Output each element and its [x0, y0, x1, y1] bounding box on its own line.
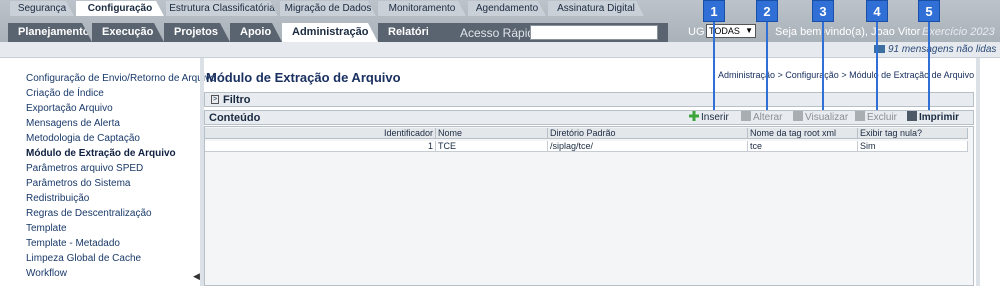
table-cell-diretorio[interactable]: /siplag/tce/: [548, 141, 748, 152]
tab-assinatura-digital[interactable]: Assinatura Digital: [548, 1, 644, 16]
tab-configuracao[interactable]: Configuração: [76, 1, 164, 16]
quick-access-input[interactable]: [530, 25, 658, 40]
quick-access: Acesso Rápido: [428, 23, 668, 42]
print-label: Imprimir: [919, 112, 960, 123]
col-header-identificador[interactable]: Identificador: [205, 128, 436, 139]
callout-1-line: [713, 22, 715, 110]
tab-migracao-de-dados[interactable]: Migração de Dados: [280, 1, 376, 16]
sidebar-item-modulo-extracao[interactable]: Módulo de Extração de Arquivo: [26, 148, 176, 159]
expand-icon[interactable]: >: [211, 95, 219, 104]
right-edge: [976, 58, 980, 286]
col-header-tag-root[interactable]: Nome da tag root xml: [748, 128, 858, 139]
callout-4-line: [876, 22, 878, 110]
menu-apoio[interactable]: Apoio: [230, 23, 282, 42]
tab-monitoramento[interactable]: Monitoramento: [378, 1, 466, 16]
sidebar-item-workflow[interactable]: Workflow: [26, 268, 67, 279]
sidebar-item-config-envio[interactable]: Configuração de Envio/Retorno de Arquivo: [26, 73, 216, 84]
table-cell-tag-root[interactable]: tce: [748, 141, 858, 152]
sidebar-item-parametros-sistema[interactable]: Parâmetros do Sistema: [26, 178, 131, 189]
view-button[interactable]: Visualizar: [793, 111, 848, 125]
tab-estrutura-classificatoria[interactable]: Estrutura Classificatória: [166, 1, 278, 16]
filter-panel[interactable]: > Filtro: [204, 92, 974, 107]
sidebar-item-sped[interactable]: Parâmetros arquivo SPED: [26, 163, 143, 174]
menu-projetos[interactable]: Projetos: [164, 23, 230, 42]
sidebar-item-criacao-indice[interactable]: Criação de Índice: [26, 88, 104, 99]
table-cell-exibir-tag[interactable]: Sim: [858, 141, 968, 152]
sidebar-item-template[interactable]: Template: [26, 223, 67, 234]
sidebar-item-redistribuicao[interactable]: Redistribuição: [26, 193, 89, 204]
callout-2-line: [766, 22, 768, 110]
tab-seguranca[interactable]: Segurança: [10, 1, 74, 16]
table-cell-id[interactable]: 1: [205, 141, 436, 152]
callout-5-line: [928, 22, 930, 110]
edit-button[interactable]: Alterar: [741, 111, 782, 125]
filter-label: Filtro: [223, 94, 251, 106]
exercise-year[interactable]: Exercício 2023: [922, 26, 995, 38]
page-title: Módulo de Extração de Arquivo: [206, 70, 401, 85]
collapse-sidebar-icon[interactable]: ◀: [193, 271, 200, 282]
sidebar-item-mensagens[interactable]: Mensagens de Alerta: [26, 118, 120, 129]
callout-3-line: [822, 22, 824, 110]
callout-2: 2: [756, 0, 778, 22]
main-menu: Planejamento Execução Projetos Apoio Adm…: [8, 23, 438, 42]
data-table: Identificador Nome Diretório Padrão Nome…: [204, 126, 974, 286]
view-icon: [793, 111, 803, 121]
trash-icon: [855, 111, 865, 121]
col-header-nome[interactable]: Nome: [436, 128, 548, 139]
insert-button[interactable]: Inserir: [689, 111, 729, 125]
quick-access-label: Acesso Rápido: [460, 26, 541, 40]
content-panel-header: Conteúdo Inserir Alterar Visualizar Excl…: [204, 110, 974, 125]
col-header-diretorio[interactable]: Diretório Padrão: [548, 128, 748, 139]
menu-administracao[interactable]: Administração: [282, 23, 378, 42]
messages-count: 91 mensagens não lidas: [888, 44, 997, 55]
welcome-text: Seja bem-vindo(a), Joao Vitor: [775, 26, 921, 38]
insert-label: Inserir: [701, 112, 729, 123]
messages-link[interactable]: 91 mensagens não lidas: [874, 42, 996, 58]
delete-label: Excluir: [867, 112, 898, 123]
sidebar: Configuração de Envio/Retorno de Arquivo…: [0, 58, 216, 286]
col-header-exibir-tag[interactable]: Exibir tag nula?: [858, 128, 968, 139]
ug-label: UG: [688, 26, 705, 38]
sidebar-item-template-metadado[interactable]: Template - Metadado: [26, 238, 120, 249]
printer-icon: [907, 111, 917, 121]
menu-execucao[interactable]: Execução: [92, 23, 164, 42]
edit-label: Alterar: [753, 112, 783, 123]
sidebar-item-limpeza-cache[interactable]: Limpeza Global de Cache: [26, 253, 141, 264]
sidebar-item-exportacao[interactable]: Exportação Arquivo: [26, 103, 113, 114]
sidebar-item-regras[interactable]: Regras de Descentralização: [26, 208, 152, 219]
sub-tab-bar: [0, 42, 1000, 58]
callout-5: 5: [918, 0, 940, 22]
menu-planejamento[interactable]: Planejamento: [8, 23, 92, 42]
breadcrumb[interactable]: Administração > Configuração > Módulo de…: [718, 70, 974, 80]
callout-1: 1: [703, 0, 725, 22]
plus-icon: [689, 111, 699, 121]
delete-button[interactable]: Excluir: [855, 111, 897, 125]
table-cell-nome[interactable]: TCE: [436, 141, 548, 152]
content-label: Conteúdo: [209, 112, 261, 124]
callout-3: 3: [812, 0, 834, 22]
print-button[interactable]: Imprimir: [907, 111, 959, 125]
view-label: Visualizar: [805, 112, 849, 123]
tab-agendamento[interactable]: Agendamento: [468, 1, 546, 16]
chevron-down-icon: ▼: [745, 26, 753, 35]
sidebar-item-metodologia[interactable]: Metodologia de Captação: [26, 133, 140, 144]
callout-4: 4: [866, 0, 888, 22]
edit-icon: [741, 111, 751, 121]
